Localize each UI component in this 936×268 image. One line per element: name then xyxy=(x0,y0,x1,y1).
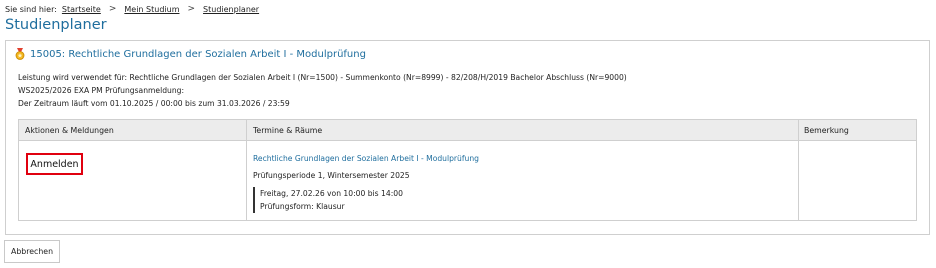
table-header: Aktionen & Meldungen Termine & Räume Bem… xyxy=(19,120,916,141)
breadcrumb-link-mein-studium[interactable]: Mein Studium xyxy=(124,5,179,14)
exam-details: Freitag, 27.02.26 von 10:00 bis 14:00 Pr… xyxy=(253,187,403,213)
breadcrumb-separator-icon: > xyxy=(187,4,196,14)
registration-term-text: WS2025/2026 EXA PM Prüfungsanmeldung: xyxy=(18,86,185,95)
registration-period-text: Der Zeitraum läuft vom 01.10.2025 / 00:0… xyxy=(18,99,290,108)
usage-info-text: Leistung wird verwendet für: Rechtliche … xyxy=(18,73,627,82)
exam-table: Aktionen & Meldungen Termine & Räume Bem… xyxy=(18,119,917,221)
exam-period-text: Prüfungsperiode 1, Wintersemester 2025 xyxy=(253,171,410,180)
column-divider xyxy=(798,120,799,220)
breadcrumb-link-startseite[interactable]: Startseite xyxy=(62,5,101,14)
breadcrumb: Sie sind hier: Startseite > Mein Studium… xyxy=(5,4,259,14)
award-medal-icon xyxy=(15,48,25,60)
module-title-link[interactable]: 15005: Rechtliche Grundlagen der Soziale… xyxy=(30,49,366,60)
module-panel: 15005: Rechtliche Grundlagen der Soziale… xyxy=(5,40,930,235)
page-title: Studienplaner xyxy=(5,17,107,33)
breadcrumb-separator-icon: > xyxy=(108,4,117,14)
column-header-dates: Termine & Räume xyxy=(253,126,323,135)
breadcrumb-current-studienplaner[interactable]: Studienplaner xyxy=(203,5,259,14)
exam-form-text: Prüfungsform: Klausur xyxy=(260,202,345,211)
column-header-actions: Aktionen & Meldungen xyxy=(25,126,114,135)
cancel-button[interactable]: Abbrechen xyxy=(4,240,60,263)
module-info: Leistung wird verwendet für: Rechtliche … xyxy=(18,71,627,110)
column-divider xyxy=(246,120,247,220)
column-header-remark: Bemerkung xyxy=(804,126,849,135)
exam-appointment-link[interactable]: Rechtliche Grundlagen der Sozialen Arbei… xyxy=(253,154,479,163)
exam-date-text: Freitag, 27.02.26 von 10:00 bis 14:00 xyxy=(260,189,403,198)
register-button[interactable]: Anmelden xyxy=(26,153,83,175)
module-header: 15005: Rechtliche Grundlagen der Soziale… xyxy=(14,48,366,60)
breadcrumb-prefix: Sie sind hier: xyxy=(5,4,57,14)
